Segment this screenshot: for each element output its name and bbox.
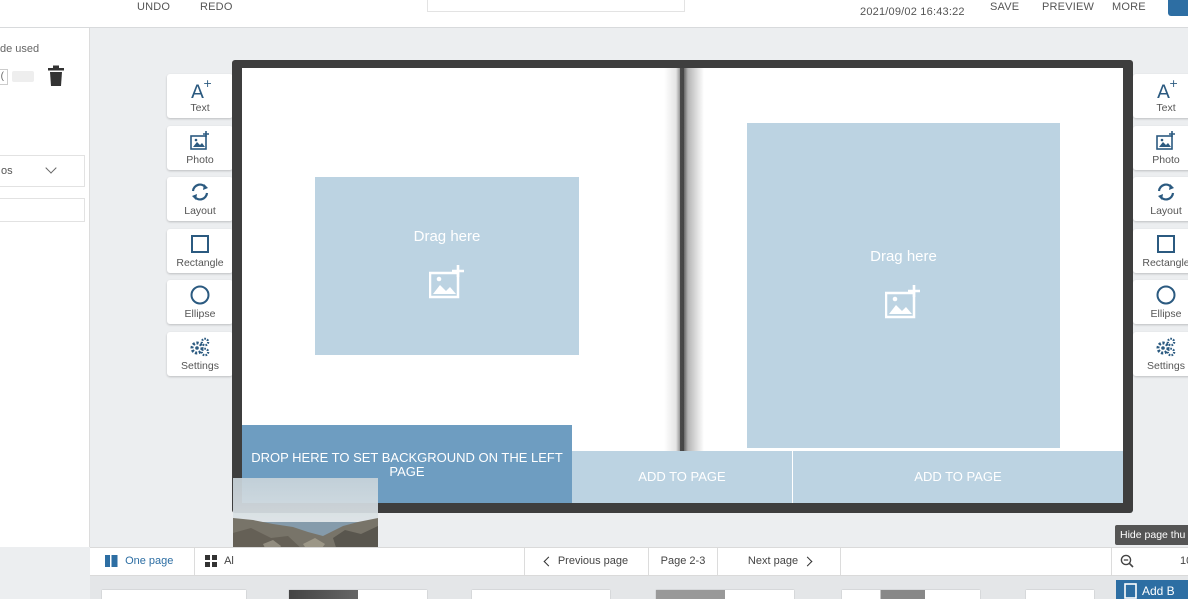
rectangle-tool-left[interactable]: Rectangle	[167, 229, 233, 273]
rectangle-icon	[191, 235, 209, 253]
photo-tool-left[interactable]: Photo	[167, 126, 233, 170]
svg-text:+: +	[1169, 78, 1177, 90]
ellipse-tool-right[interactable]: Ellipse	[1133, 280, 1188, 324]
add-page-label: Add B	[1142, 584, 1175, 598]
svg-text:+: +	[203, 78, 211, 90]
top-toolbar: UNDO REDO 2021/09/02 16:43:22 SAVE PREVI…	[0, 0, 1188, 28]
page-thumbnail[interactable]	[472, 590, 610, 599]
divider	[840, 548, 841, 575]
ellipse-icon	[190, 285, 210, 305]
add-to-page-drop-zone-2[interactable]: ADD TO PAGE	[792, 451, 1123, 503]
page-thumbnail[interactable]	[1026, 590, 1094, 599]
photo-tool-right[interactable]: Photo	[1133, 126, 1188, 170]
rectangle-tool-right[interactable]: Rectangle	[1133, 229, 1188, 273]
photo-add-icon	[885, 285, 920, 319]
tool-label: Photo	[186, 154, 214, 166]
tool-label: Text	[190, 102, 210, 114]
page-thumbnail-strip	[90, 576, 1188, 599]
layout-tool-left[interactable]: Layout	[167, 177, 233, 221]
settings-tool-left[interactable]: Settings	[167, 332, 233, 376]
single-page-icon	[105, 555, 118, 568]
title-field[interactable]	[427, 0, 685, 12]
chevron-right-icon	[802, 556, 813, 567]
photo-add-icon	[429, 265, 464, 299]
redo-button[interactable]: REDO	[200, 0, 233, 14]
page-thumbnail[interactable]	[102, 590, 246, 599]
chevron-left-icon	[543, 556, 554, 567]
photo-add-icon	[1156, 131, 1175, 150]
previous-page-label: Previous page	[557, 555, 629, 567]
tool-label: Text	[1156, 102, 1176, 114]
tool-label: Settings	[1147, 360, 1185, 372]
tool-label: Rectangle	[176, 257, 224, 269]
previous-page-button[interactable]: Previous page	[524, 548, 648, 575]
chevron-down-icon	[45, 162, 57, 174]
settings-gears-icon	[1156, 337, 1176, 357]
text-add-icon: A +	[191, 78, 211, 100]
zoom-out-icon	[1120, 554, 1134, 568]
preview-button[interactable]: PREVIEW	[1042, 0, 1094, 14]
save-button[interactable]: SAVE	[990, 0, 1019, 14]
settings-gears-icon	[190, 337, 210, 357]
last-saved-timestamp: 2021/09/02 16:43:22	[860, 6, 965, 18]
all-pages-label: Al	[224, 555, 234, 567]
left-photo-slot[interactable]: Drag here	[315, 177, 579, 355]
page-indicator: Page 2-3	[648, 548, 717, 575]
photo-source-dropdown[interactable]: os	[0, 155, 85, 187]
drag-here-label: Drag here	[870, 248, 937, 265]
tool-label: Settings	[181, 360, 219, 372]
select-checkbox[interactable]: (	[0, 69, 8, 85]
layout-tool-right[interactable]: Layout	[1133, 177, 1188, 221]
next-page-label: Next page	[747, 555, 799, 567]
tool-label: Layout	[184, 205, 216, 217]
one-page-view-toggle[interactable]: One page	[105, 548, 173, 575]
dropdown-value: os	[1, 165, 13, 177]
undo-button[interactable]: UNDO	[137, 0, 170, 14]
right-photo-slot[interactable]: Drag here	[747, 123, 1060, 448]
trash-icon[interactable]	[47, 65, 65, 87]
ellipse-tool-left[interactable]: Ellipse	[167, 280, 233, 324]
search-input[interactable]	[0, 198, 85, 222]
add-page-button[interactable]: Add B	[1116, 580, 1188, 599]
one-page-label: One page	[125, 555, 174, 567]
zoom-level: 10	[1180, 555, 1188, 567]
hide-thumbnails-tooltip: Hide page thu	[1115, 525, 1188, 545]
tool-label: Layout	[1150, 205, 1182, 217]
add-page-icon	[1124, 583, 1137, 599]
layout-refresh-icon	[1157, 183, 1175, 201]
page-thumbnail[interactable]	[289, 590, 427, 599]
settings-tool-right[interactable]: Settings	[1133, 332, 1188, 376]
tool-label: Ellipse	[1150, 308, 1182, 320]
corner-action-button[interactable]	[1168, 0, 1188, 16]
more-button[interactable]: MORE	[1112, 0, 1146, 14]
tool-label: Photo	[1152, 154, 1180, 166]
page-thumbnail[interactable]	[656, 590, 794, 599]
next-page-button[interactable]: Next page	[717, 548, 841, 575]
add-to-page-drop-zone-1[interactable]: ADD TO PAGE	[572, 451, 792, 503]
book-gutter	[664, 68, 704, 503]
text-add-icon: A +	[1157, 78, 1177, 100]
space-used-label: de used	[0, 43, 40, 55]
all-pages-view-toggle[interactable]: Al	[194, 548, 234, 575]
rectangle-icon	[1157, 235, 1175, 253]
grid-view-icon	[205, 555, 217, 568]
left-panel: de used ( os	[0, 28, 90, 547]
drag-here-label: Drag here	[413, 228, 481, 245]
text-tool-right[interactable]: A + Text	[1133, 74, 1188, 118]
text-tool-left[interactable]: A + Text	[167, 74, 233, 118]
photo-add-icon	[190, 131, 209, 150]
layout-refresh-icon	[191, 183, 209, 201]
tool-label: Ellipse	[184, 308, 216, 320]
zoom-out-button[interactable]	[1111, 548, 1141, 575]
ellipse-icon	[1156, 285, 1176, 305]
page-thumbnail[interactable]	[842, 590, 980, 599]
page-navigation-bar: One page Al Previous page Page 2-3 Next …	[90, 547, 1188, 576]
usage-bar	[12, 71, 34, 82]
tool-label: Rectangle	[1142, 257, 1188, 269]
